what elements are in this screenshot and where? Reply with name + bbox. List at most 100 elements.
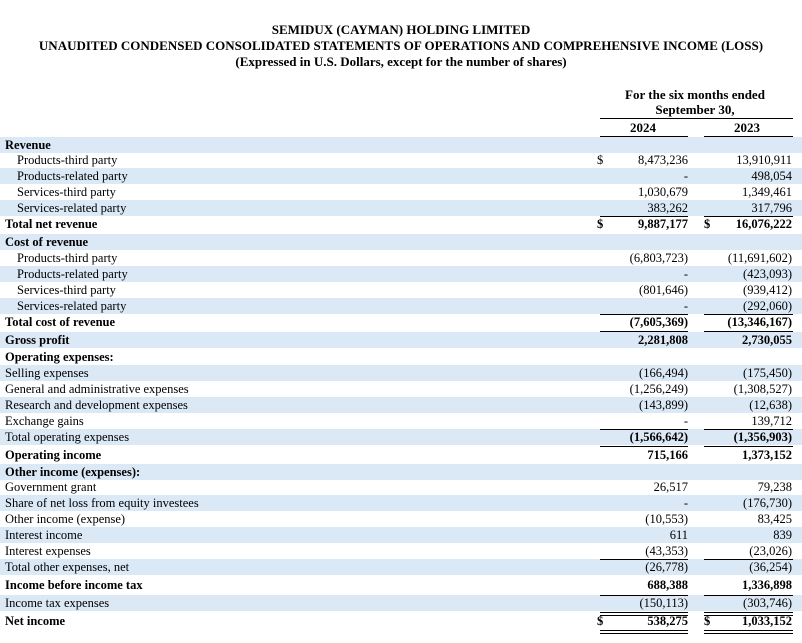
value-2023: 16,076,222 bbox=[735, 217, 792, 231]
subtotal-rule-cost-2024 bbox=[600, 314, 688, 315]
period-header-line1: For the six months ended bbox=[625, 87, 765, 102]
row-label: Services-related party bbox=[17, 299, 127, 313]
double-rule-net-income-top-2024 bbox=[600, 612, 688, 616]
row-operating-income: Operating income 715,166 1,373,152 bbox=[0, 447, 802, 463]
row-label: Services-third party bbox=[17, 185, 116, 199]
value-2024: - bbox=[683, 267, 688, 281]
row-cost-products-related-party: Products-related party - (423,093) bbox=[0, 266, 802, 282]
column-year-2023: 2023 bbox=[734, 120, 760, 135]
value-2023: (11,691,602) bbox=[727, 251, 792, 265]
value-2024: 2,281,808 bbox=[638, 333, 688, 347]
row-label: Other income (expenses): bbox=[5, 465, 141, 479]
currency-symbol-2023: $ bbox=[704, 217, 711, 231]
value-2023: (175,450) bbox=[743, 366, 792, 380]
value-2024: (801,646) bbox=[639, 283, 688, 297]
row-label: Research and development expenses bbox=[5, 398, 188, 412]
value-2024: (1,256,249) bbox=[629, 382, 688, 396]
value-2023: (176,730) bbox=[743, 496, 792, 510]
header-rule bbox=[600, 118, 793, 119]
row-label: Cost of revenue bbox=[5, 235, 89, 249]
value-2024: (10,553) bbox=[645, 512, 688, 526]
company-name: SEMIDUX (CAYMAN) HOLDING LIMITED bbox=[271, 22, 531, 37]
row-label: Income before income tax bbox=[5, 578, 143, 592]
value-2023: (1,308,527) bbox=[733, 382, 792, 396]
row-label: Interest expenses bbox=[5, 544, 91, 558]
section-other-income-expenses: Other income (expenses): bbox=[0, 464, 802, 480]
row-general-administrative-expenses: General and administrative expenses (1,25… bbox=[0, 381, 802, 397]
value-2024: 1,030,679 bbox=[638, 185, 688, 199]
value-2023: (23,026) bbox=[749, 544, 792, 558]
value-2024: 8,473,236 bbox=[638, 153, 688, 167]
value-2023: (13,346,167) bbox=[727, 315, 792, 329]
total-rule-opex-2024 bbox=[600, 446, 688, 447]
value-2024: (150,113) bbox=[639, 596, 689, 610]
value-2024: 715,166 bbox=[647, 448, 688, 462]
value-2024: 9,887,177 bbox=[638, 217, 688, 231]
total-rule-cost-2023 bbox=[704, 331, 793, 332]
statement-title: UNAUDITED CONDENSED CONSOLIDATED STATEME… bbox=[38, 38, 764, 53]
row-label: Other income (expense) bbox=[5, 512, 126, 526]
value-2024: - bbox=[683, 169, 688, 183]
subtotal-rule-opex-2024 bbox=[600, 429, 688, 430]
subtotal-rule-opex-2023 bbox=[704, 429, 793, 430]
row-label: Products-related party bbox=[17, 267, 128, 281]
row-label: Interest income bbox=[5, 528, 83, 542]
row-label: Total net revenue bbox=[5, 217, 98, 231]
total-rule-opex-2023 bbox=[704, 446, 793, 447]
value-2024: 688,388 bbox=[647, 578, 688, 592]
row-government-grant: Government grant 26,517 79,238 bbox=[0, 479, 802, 495]
value-2023: (12,638) bbox=[749, 398, 792, 412]
value-2023: (36,254) bbox=[749, 560, 792, 574]
row-label: Products-related party bbox=[17, 169, 128, 183]
currency-symbol-2024: $ bbox=[597, 217, 604, 231]
row-gross-profit: Gross profit 2,281,808 2,730,055 bbox=[0, 332, 802, 348]
value-2024: (166,494) bbox=[639, 366, 688, 380]
value-2024: (1,566,642) bbox=[629, 430, 688, 444]
row-label: General and administrative expenses bbox=[5, 382, 189, 396]
statement-subtitle: (Expressed in U.S. Dollars, except for t… bbox=[235, 54, 567, 69]
row-share-of-net-loss-equity-investees: Share of net loss from equity investees -… bbox=[0, 495, 802, 511]
row-label: Total other expenses, net bbox=[5, 560, 130, 574]
row-cost-services-related-party: Services-related party - (292,060) bbox=[0, 298, 802, 314]
subtotal-rule-revenue-2023 bbox=[704, 216, 793, 217]
value-2023: (939,412) bbox=[743, 283, 792, 297]
row-research-development-expenses: Research and development expenses (143,89… bbox=[0, 397, 802, 413]
row-revenue-services-related-party: Services-related party 383,262 317,796 bbox=[0, 200, 802, 216]
value-2023: (292,060) bbox=[743, 299, 792, 313]
double-rule-net-income-top-2023 bbox=[704, 612, 793, 616]
row-label: Selling expenses bbox=[5, 366, 89, 380]
row-exchange-gains: Exchange gains - 139,712 bbox=[0, 413, 802, 429]
value-2023: 1,373,152 bbox=[742, 448, 792, 462]
value-2024: 611 bbox=[669, 528, 688, 542]
row-label: Services-third party bbox=[17, 283, 116, 297]
row-cost-services-third-party: Services-third party (801,646) (939,412) bbox=[0, 282, 802, 298]
value-2023: 498,054 bbox=[751, 169, 792, 183]
subtotal-rule-revenue-2024 bbox=[600, 216, 688, 217]
double-rule-net-income-bottom-2024 bbox=[600, 630, 688, 634]
value-2023: 139,712 bbox=[751, 414, 792, 428]
value-2023: 13,910,911 bbox=[736, 153, 792, 167]
value-2024: (7,605,369) bbox=[629, 315, 688, 329]
value-2024: (26,778) bbox=[645, 560, 688, 574]
row-revenue-services-third-party: Services-third party 1,030,679 1,349,461 bbox=[0, 184, 802, 200]
row-label: Services-related party bbox=[17, 201, 127, 215]
row-cost-products-third-party: Products-third party (6,803,723) (11,691,6… bbox=[0, 250, 802, 266]
value-2023: 1,349,461 bbox=[742, 185, 792, 199]
section-cost-of-revenue: Cost of revenue bbox=[0, 234, 802, 250]
row-income-before-income-tax: Income before income tax 688,388 1,336,898 bbox=[0, 577, 802, 593]
row-total-net-revenue: Total net revenue $9,887,177 $16,076,222 bbox=[0, 216, 802, 232]
row-other-income-expense: Other income (expense) (10,553) 83,425 bbox=[0, 511, 802, 527]
row-label: Net income bbox=[5, 614, 66, 628]
row-label: Total cost of revenue bbox=[5, 315, 116, 329]
row-total-other-expenses-net: Total other expenses, net (26,778) (36,254… bbox=[0, 559, 802, 575]
row-label: Operating income bbox=[5, 448, 102, 462]
column-year-2024: 2024 bbox=[630, 120, 656, 135]
row-revenue-products-related-party: Products-related party - 498,054 bbox=[0, 168, 802, 184]
value-2024: (43,353) bbox=[645, 544, 688, 558]
value-2023: (303,746) bbox=[743, 596, 792, 610]
row-label: Gross profit bbox=[5, 333, 70, 347]
row-label: Exchange gains bbox=[5, 414, 84, 428]
row-interest-expenses: Interest expenses (43,353) (23,026) bbox=[0, 543, 802, 559]
row-label: Government grant bbox=[5, 480, 97, 494]
value-2024: 383,262 bbox=[647, 201, 688, 215]
